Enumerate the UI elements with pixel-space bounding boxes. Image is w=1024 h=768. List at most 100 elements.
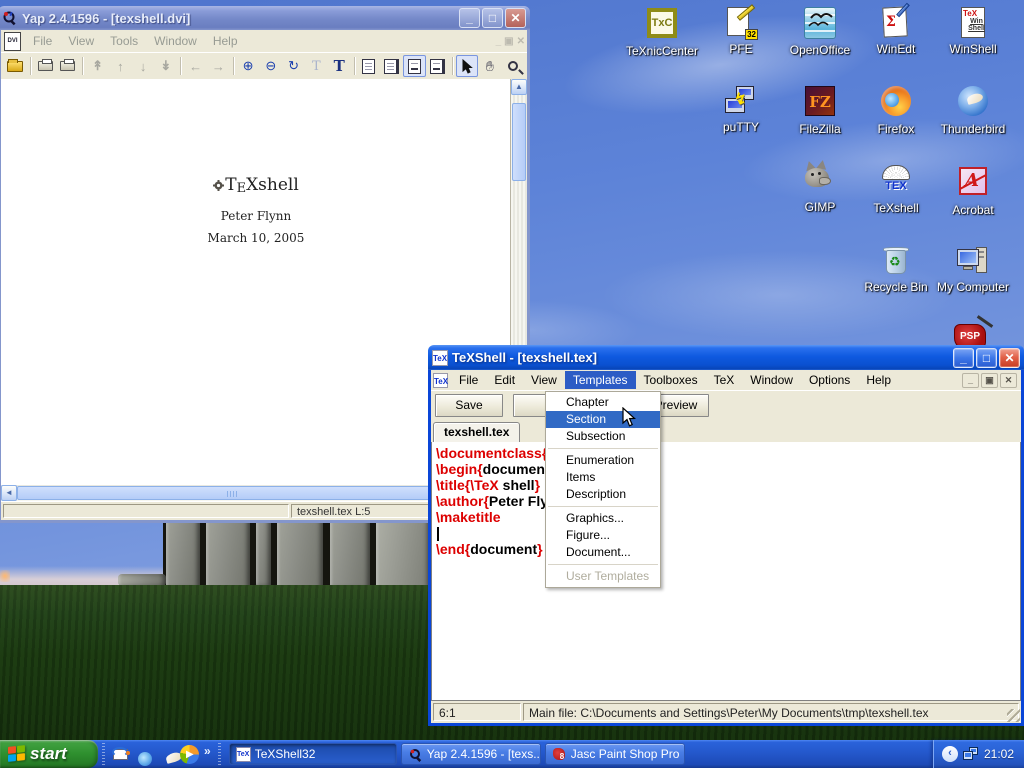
desktop-icon-openoffice[interactable]: OpenOffice (782, 6, 858, 57)
taskbar-clock[interactable]: 21:02 (984, 747, 1014, 761)
menu-item-enumeration[interactable]: Enumeration (546, 452, 660, 469)
select-icon[interactable] (456, 55, 479, 77)
firefox-quicklaunch-icon[interactable] (134, 745, 153, 764)
open-icon[interactable] (4, 55, 27, 77)
yap-menu-tools[interactable]: Tools (102, 32, 146, 50)
yap-menu-window[interactable]: Window (146, 32, 205, 50)
taskband-grip[interactable] (218, 743, 221, 765)
texshell-close-button[interactable]: ✕ (999, 348, 1020, 368)
code-line[interactable]: \documentclass{ (436, 445, 1020, 461)
text-icon[interactable]: T (328, 55, 351, 77)
menu-view[interactable]: View (523, 371, 565, 389)
code-line[interactable]: \author{Peter Fly (436, 493, 1020, 509)
menu-options[interactable]: Options (801, 371, 858, 389)
menu-file[interactable]: File (451, 371, 486, 389)
yap-menu-file[interactable]: File (25, 32, 60, 50)
resize-grip[interactable] (1007, 709, 1020, 722)
menu-item-graphics[interactable]: Graphics... (546, 510, 660, 527)
menu-item-section[interactable]: Section (546, 411, 660, 428)
print-icon[interactable] (34, 55, 57, 77)
forward-icon[interactable]: → (207, 55, 230, 77)
menu-toolboxes[interactable]: Toolboxes (636, 371, 706, 389)
taskbar-button-paintshoppro[interactable]: 8 Jasc Paint Shop Pro (545, 743, 685, 765)
outlook-express-icon[interactable] (111, 745, 130, 764)
prev-page-icon[interactable]: ↑ (109, 55, 132, 77)
mdi-minimize-button[interactable]: _ (962, 373, 979, 388)
desktop-icon-texniccenter[interactable]: TxC TeXnicCenter (624, 6, 700, 58)
code-line[interactable]: \end{document} (436, 541, 1020, 557)
yap-dvi-icon[interactable]: DVI (4, 32, 21, 51)
yap-hscroll-thumb[interactable] (17, 486, 437, 500)
zoom-in-icon[interactable]: ⊕ (237, 55, 260, 77)
desktop-icon-winshell[interactable]: TeX Win Shell WinShell (935, 6, 1011, 56)
zoom-out-icon[interactable]: ⊖ (259, 55, 282, 77)
quicklaunch-grip[interactable] (102, 743, 105, 765)
scroll-left-icon[interactable]: ◄ (1, 485, 17, 501)
tray-collapse-chevron-icon[interactable]: ‹ (942, 746, 958, 762)
menu-edit[interactable]: Edit (486, 371, 523, 389)
menu-templates[interactable]: Templates (565, 371, 636, 389)
ruler-icon[interactable]: T (305, 55, 328, 77)
code-line[interactable]: \maketitle (436, 509, 1020, 525)
desktop-icon-gimp[interactable]: GIMP (782, 164, 858, 214)
desktop-icon-thunderbird[interactable]: Thunderbird (935, 84, 1011, 136)
taskbar-button-texshell32[interactable]: TeX TeXShell32 (229, 743, 397, 765)
texshell-mdi-icon[interactable]: TeX (433, 373, 448, 388)
yap-minimize-button[interactable]: _ (459, 8, 480, 28)
desktop-icon-pfe[interactable]: 32 PFE (703, 6, 779, 56)
texshell-titlebar[interactable]: TeX TeXShell - [texshell.tex] _ □ ✕ (428, 345, 1024, 370)
tab-texshell-tex[interactable]: texshell.tex (433, 422, 520, 442)
code-editor[interactable]: \documentclass{\begin{document}\title{\T… (431, 442, 1021, 701)
code-line[interactable]: \begin{document} (436, 461, 1020, 477)
print-setup-icon[interactable] (56, 55, 79, 77)
magnifier-icon[interactable] (501, 55, 524, 77)
network-status-icon[interactable] (963, 747, 979, 761)
continuous-page-icon[interactable] (403, 55, 426, 77)
desktop-icon-texshell[interactable]: TEX TeXshell (858, 164, 934, 215)
desktop-icon-firefox[interactable]: Firefox (858, 84, 934, 136)
desktop-icon-recycle-bin[interactable]: ♻ Recycle Bin (858, 244, 934, 294)
yap-vscroll-thumb[interactable] (512, 103, 526, 181)
first-page-icon[interactable]: ↟ (86, 55, 109, 77)
desktop-icon-putty[interactable]: ↯ puTTY (703, 84, 779, 134)
desktop-icon-filezilla[interactable]: FZ FileZilla (782, 84, 858, 136)
menu-item-description[interactable]: Description (546, 486, 660, 503)
facing-pages-icon[interactable] (380, 55, 403, 77)
thunderbird-quicklaunch-icon[interactable] (157, 745, 176, 764)
media-player-icon[interactable]: ▶ (180, 745, 199, 764)
code-line[interactable]: \title{\TeX shell} (436, 477, 1020, 493)
texshell-minimize-button[interactable]: _ (953, 348, 974, 368)
mdi-restore-button[interactable]: ▣ (981, 373, 998, 388)
desktop-icon-my-computer[interactable]: My Computer (935, 244, 1011, 294)
desktop-icon-acrobat[interactable]: A Acrobat (935, 164, 1011, 217)
yap-close-button[interactable]: ✕ (505, 8, 526, 28)
menu-item-chapter[interactable]: Chapter (546, 394, 660, 411)
menu-item-items[interactable]: Items (546, 469, 660, 486)
menu-help[interactable]: Help (858, 371, 899, 389)
menu-item-document[interactable]: Document... (546, 544, 660, 561)
menu-item-subsection[interactable]: Subsection (546, 428, 660, 445)
yap-maximize-button[interactable]: □ (482, 8, 503, 28)
next-page-icon[interactable]: ↓ (132, 55, 155, 77)
menu-tex[interactable]: TeX (706, 371, 743, 389)
quicklaunch-overflow-chevron[interactable]: » (204, 744, 211, 758)
texshell-maximize-button[interactable]: □ (976, 348, 997, 368)
last-page-icon[interactable]: ↡ (155, 55, 178, 77)
menu-window[interactable]: Window (742, 371, 801, 389)
desktop-icon-winedt[interactable]: Σ WinEdt (858, 6, 934, 56)
back-icon[interactable]: ← (184, 55, 207, 77)
refresh-icon[interactable]: ↻ (282, 55, 305, 77)
save-button[interactable]: Save (435, 394, 503, 417)
scroll-up-icon[interactable]: ▲ (511, 79, 527, 95)
taskbar-button-yap[interactable]: Yap 2.4.1596 - [texs... (401, 743, 541, 765)
yap-menu-view[interactable]: View (60, 32, 102, 50)
continuous-facing-icon[interactable] (426, 55, 449, 77)
menu-item-figure[interactable]: Figure... (546, 527, 660, 544)
yap-menu-help[interactable]: Help (205, 32, 246, 50)
hand-icon[interactable]: ✋︎ (478, 55, 501, 77)
mdi-close-button[interactable]: ✕ (1000, 373, 1017, 388)
single-page-icon[interactable] (357, 55, 380, 77)
start-button[interactable]: start (0, 740, 98, 768)
yap-titlebar[interactable]: Yap 2.4.1596 - [texshell.dvi] _ □ ✕ (0, 6, 530, 30)
code-line[interactable] (436, 525, 1020, 541)
